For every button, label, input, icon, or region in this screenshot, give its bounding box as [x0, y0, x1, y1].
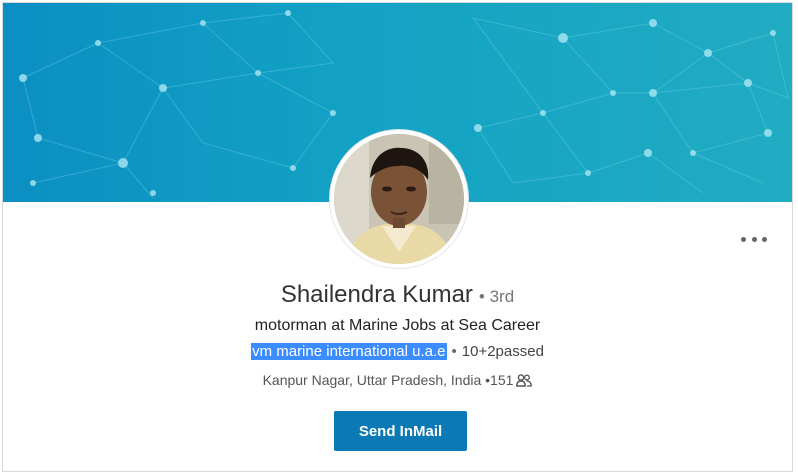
- profile-card: Shailendra Kumar • 3rd motorman at Marine…: [2, 2, 793, 472]
- profile-headline: motorman at Marine Jobs at Sea Career: [254, 317, 541, 334]
- people-icon: [516, 374, 533, 387]
- more-options-button[interactable]: [741, 231, 767, 247]
- profile-photo-image: [334, 134, 464, 264]
- current-company[interactable]: vm marine international u.a.e: [251, 343, 447, 360]
- separator: •: [451, 343, 457, 360]
- profile-name-row: Shailendra Kumar • 3rd: [3, 281, 792, 309]
- more-options-icon-dot: [762, 236, 767, 242]
- experience-education-row: vm marine international u.a.e • 10+2passed: [3, 343, 792, 360]
- profile-name: Shailendra Kumar: [280, 281, 473, 308]
- connection-degree: • 3rd: [478, 287, 515, 306]
- connections-count[interactable]: •151: [485, 372, 513, 388]
- send-inmail-button[interactable]: Send InMail: [334, 411, 467, 451]
- location-row: Kanpur Nagar, Uttar Pradesh, India •151: [3, 372, 792, 388]
- profile-location: Kanpur Nagar, Uttar Pradesh, India: [262, 372, 482, 388]
- more-options-icon: [741, 236, 746, 242]
- profile-photo[interactable]: [334, 134, 464, 264]
- more-options-icon-dot: [751, 236, 757, 242]
- education[interactable]: 10+2passed: [462, 343, 544, 360]
- profile-photo-frame: [330, 130, 468, 268]
